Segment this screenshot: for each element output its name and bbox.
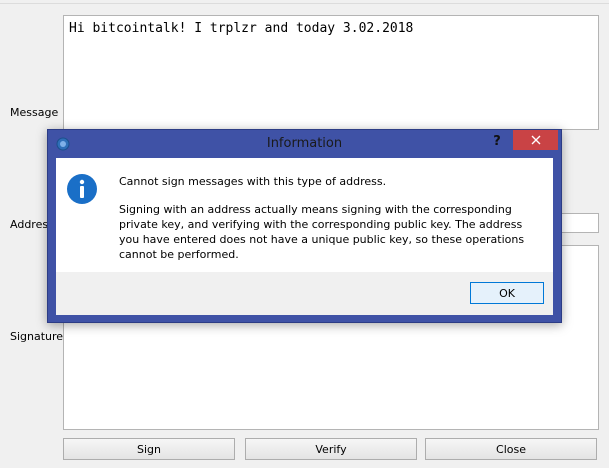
dialog-footer: OK [56, 272, 553, 315]
signature-label: Signature [10, 330, 64, 343]
message-text: Hi bitcointalk! I trplzr and today 3.02.… [69, 21, 414, 36]
dialog-close-button[interactable] [513, 130, 558, 150]
dialog-detail: Signing with an address actually means s… [119, 203, 525, 261]
top-separator [0, 0, 609, 4]
dialog-title: Information [266, 136, 343, 151]
dialog-heading: Cannot sign messages with this type of a… [119, 175, 387, 188]
message-textarea[interactable]: Hi bitcointalk! I trplzr and today 3.02.… [63, 15, 599, 130]
close-icon [531, 135, 540, 145]
dialog-body: Cannot sign messages with this type of a… [56, 158, 553, 272]
sign-button[interactable]: Sign [63, 438, 235, 460]
info-icon [67, 174, 97, 204]
ok-button[interactable]: OK [470, 282, 544, 304]
verify-button[interactable]: Verify [245, 438, 417, 460]
help-button[interactable]: ? [486, 132, 508, 152]
close-button[interactable]: Close [425, 438, 597, 460]
information-dialog: Information ? Cannot sign messages with … [47, 129, 562, 323]
message-label: Message [10, 106, 59, 119]
dialog-titlebar[interactable]: Information ? [48, 130, 561, 158]
